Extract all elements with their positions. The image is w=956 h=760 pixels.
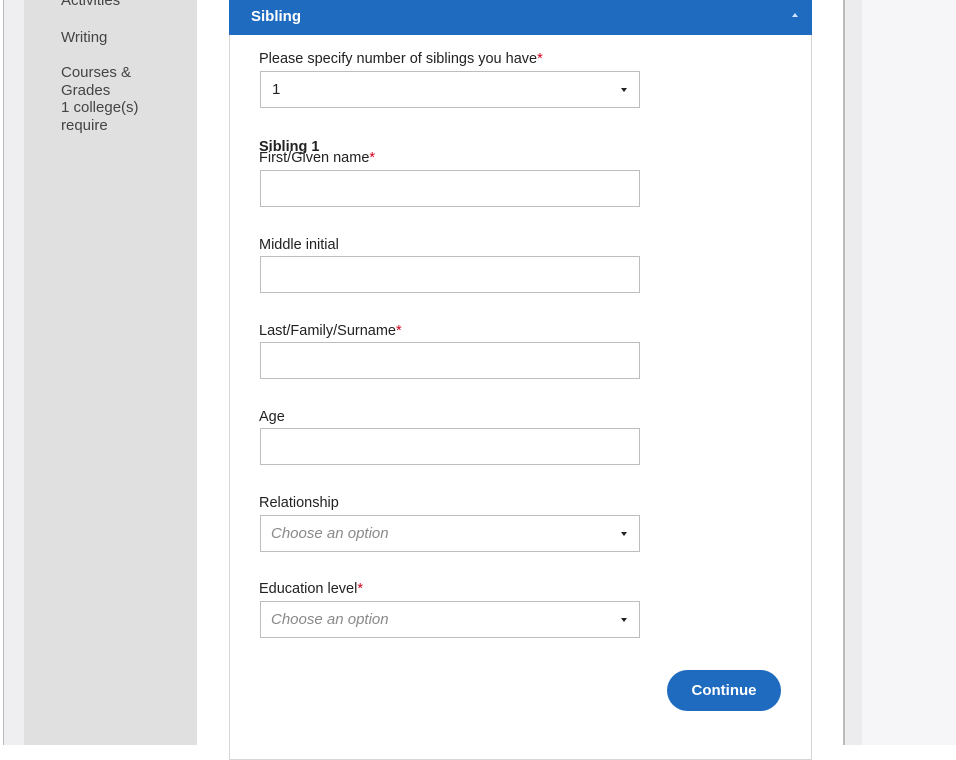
- age-label: Age: [259, 409, 285, 425]
- last-name-label: Last/Family/Surname*: [259, 323, 402, 339]
- caret-up-icon[interactable]: [792, 13, 798, 17]
- caret-down-icon: [621, 88, 627, 92]
- sidebar-item-writing[interactable]: Writing: [61, 29, 181, 47]
- sibling-count-select[interactable]: 1: [260, 71, 640, 108]
- sidebar-item-requirement-note: 1 college(s) require: [61, 99, 139, 134]
- sidebar-item-activities[interactable]: Activities: [61, 0, 181, 10]
- scroll-gutter: [843, 0, 862, 745]
- last-name-input[interactable]: [260, 342, 640, 379]
- relationship-select[interactable]: Choose an option: [260, 515, 640, 552]
- education-level-label: Education level*: [259, 581, 363, 597]
- education-level-select[interactable]: Choose an option: [260, 601, 640, 638]
- sidebar-item-courses-grades[interactable]: Courses & Grades: [61, 64, 151, 100]
- sibling-count-label: Please specify number of siblings you ha…: [259, 51, 543, 67]
- caret-down-icon: [621, 618, 627, 622]
- middle-initial-label: Middle initial: [259, 237, 339, 253]
- continue-button[interactable]: Continue: [667, 670, 781, 711]
- window-edge: [0, 0, 24, 745]
- middle-initial-input[interactable]: [260, 256, 640, 293]
- sibling-section-card: [229, 0, 812, 760]
- sidebar: Activities Writing Courses & Grades 1 co…: [24, 0, 197, 745]
- section-title: Sibling: [251, 8, 301, 25]
- first-name-label: First/Given name*: [259, 150, 376, 166]
- age-input[interactable]: [260, 428, 640, 465]
- first-name-input[interactable]: [260, 170, 640, 207]
- page-background: [862, 0, 956, 745]
- caret-down-icon: [621, 532, 627, 536]
- section-header[interactable]: Sibling: [229, 0, 812, 35]
- relationship-label: Relationship: [259, 495, 339, 511]
